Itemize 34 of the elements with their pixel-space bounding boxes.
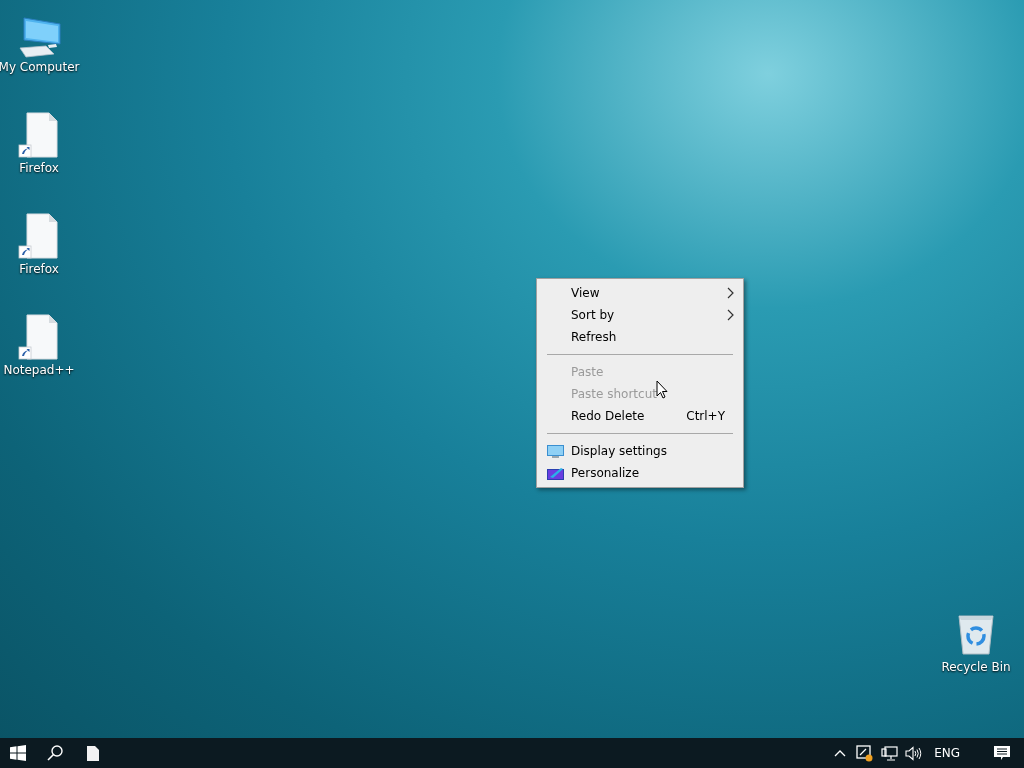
menu-item[interactable]: Display settings [537,440,743,462]
shortcut-file-icon [17,313,61,361]
computer-icon [16,16,62,58]
tray-app-icon[interactable] [856,744,874,762]
icon-label: Firefox [19,161,59,175]
desktop-icon[interactable]: Firefox [0,109,78,210]
windows-logo-icon [10,745,26,761]
speaker-icon[interactable] [905,745,923,761]
language-indicator[interactable]: ENG [934,744,960,762]
desktop-icon[interactable]: Firefox [0,210,78,311]
icon-label: Firefox [19,262,59,276]
search-icon [47,745,63,761]
menu-item[interactable]: Redo Delete Ctrl+Y [537,405,743,427]
mouse-cursor-icon [656,380,668,399]
shortcut-file-icon [17,111,61,159]
recycle-bin-icon [956,612,996,656]
file-icon [87,745,99,761]
menu-item[interactable]: View [537,282,743,304]
monitor-icon [546,444,564,458]
network-icon[interactable] [881,745,899,761]
message-icon [994,745,1010,761]
icon-label: Notepad++ [3,363,75,377]
menu-item[interactable]: Sort by [537,304,743,326]
chevron-up-icon[interactable] [834,749,847,757]
icon-label: Recycle Bin [941,660,1011,674]
shortcut-file-icon [17,212,61,260]
desktop-icon[interactable]: Notepad++ [0,311,78,412]
shortcut-label: Ctrl+Y [686,408,725,425]
paint-screen-icon [546,466,564,480]
recycle-bin[interactable]: Recycle Bin [940,612,1012,674]
icon-label: My Computer [0,60,80,74]
menu-item[interactable]: Refresh [537,326,743,348]
menu-item[interactable]: Personalize [537,462,743,484]
desktop-icon[interactable]: My Computer [0,8,78,109]
